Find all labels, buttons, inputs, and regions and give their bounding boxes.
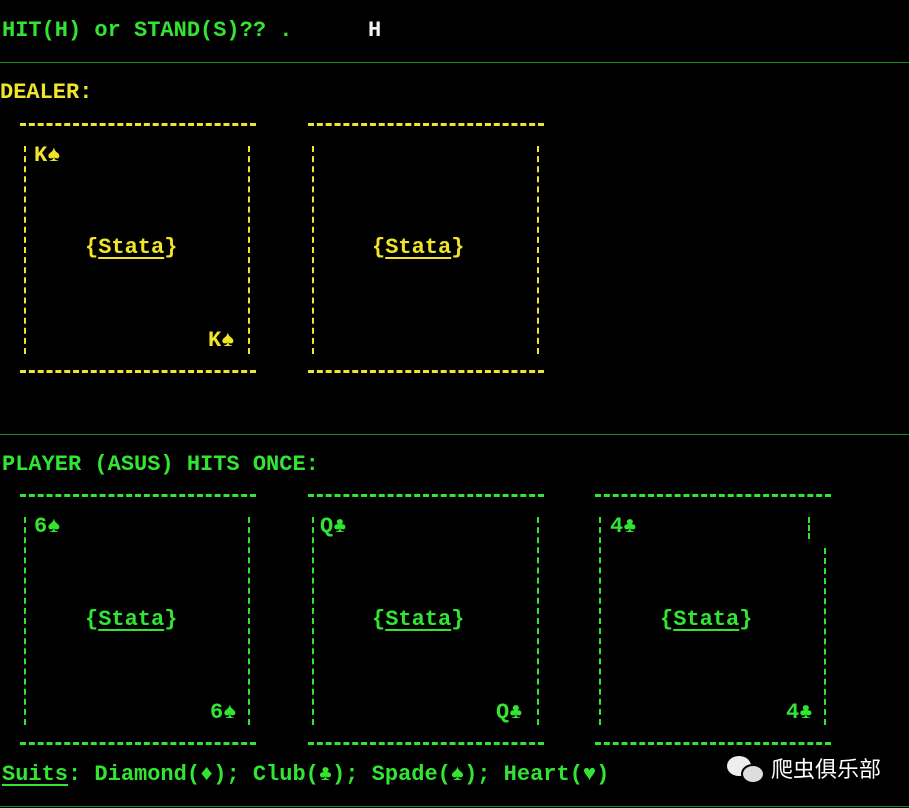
card-right-border xyxy=(248,517,250,725)
card-left-border xyxy=(24,146,26,354)
card-rank-bottom: 6♠ xyxy=(210,700,237,725)
divider xyxy=(0,62,909,63)
watermark: 爬虫俱乐部 xyxy=(726,752,881,784)
card-rank-top: K♠ xyxy=(34,143,61,168)
card-top-border xyxy=(308,494,544,497)
card-left-border xyxy=(24,517,26,725)
card-right-border xyxy=(537,517,539,725)
card-right-border xyxy=(824,548,826,725)
card-center-label: {Stata} xyxy=(85,607,178,632)
card-center-label: {Stata} xyxy=(372,235,465,260)
card-bottom-border xyxy=(308,370,544,373)
wechat-icon xyxy=(726,754,765,784)
watermark-text: 爬虫俱乐部 xyxy=(770,758,881,783)
card-rank-bottom: K♠ xyxy=(208,328,235,353)
card-top-border xyxy=(308,123,544,126)
card-rank-top: Q♣ xyxy=(320,514,347,539)
card-right-border xyxy=(537,146,539,354)
divider xyxy=(0,806,909,807)
card-left-border xyxy=(599,517,601,725)
dealer-heading: DEALER: xyxy=(0,80,93,105)
suits-text: : Diamond(♦); Club(♣); Spade(♠); Heart(♥… xyxy=(68,762,610,787)
prompt-answer[interactable]: H xyxy=(368,20,381,42)
card-right-border-top xyxy=(808,517,810,539)
card-bottom-border xyxy=(20,742,256,745)
card-left-border xyxy=(312,146,314,354)
divider xyxy=(0,434,909,435)
card-rank-top: 6♠ xyxy=(34,514,61,539)
player-heading: PLAYER (ASUS) HITS ONCE: xyxy=(2,452,319,477)
card-bottom-border xyxy=(595,742,831,745)
card-top-border xyxy=(20,123,256,126)
card-rank-bottom: 4♣ xyxy=(786,700,813,725)
card-top-border xyxy=(595,494,831,497)
suits-label[interactable]: Suits xyxy=(2,762,68,787)
card-left-border xyxy=(312,517,314,725)
card-right-border xyxy=(248,146,250,354)
suits-legend: Suits: Diamond(♦); Club(♣); Spade(♠); He… xyxy=(2,764,609,786)
card-bottom-border xyxy=(20,370,256,373)
card-top-border xyxy=(20,494,256,497)
card-rank-top: 4♣ xyxy=(610,514,637,539)
card-center-label: {Stata} xyxy=(660,607,753,632)
card-center-label: {Stata} xyxy=(372,607,465,632)
card-rank-bottom: Q♣ xyxy=(496,700,523,725)
prompt-question: HIT(H) or STAND(S)?? . xyxy=(2,18,306,43)
card-center-label: {Stata} xyxy=(85,235,178,260)
card-bottom-border xyxy=(308,742,544,745)
